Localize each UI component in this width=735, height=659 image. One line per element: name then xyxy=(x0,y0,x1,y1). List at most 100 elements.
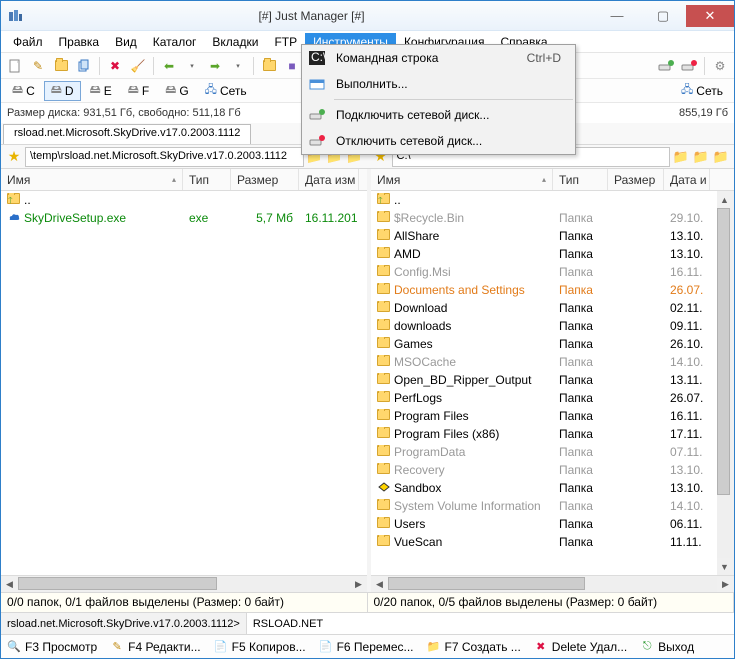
menu-item-net-connect[interactable]: Подключить сетевой диск... xyxy=(302,102,575,128)
forward-dropdown[interactable]: ▾ xyxy=(228,56,248,76)
drive-f[interactable]: 🖴F xyxy=(121,81,156,101)
folder-icon xyxy=(377,499,391,513)
list-item[interactable]: DownloadПапка02.11. xyxy=(371,299,734,317)
column-header[interactable]: Имя ▴ xyxy=(1,169,183,190)
menu-ftp[interactable]: FTP xyxy=(266,33,305,51)
list-item[interactable]: .. xyxy=(1,191,367,209)
titlebar[interactable]: [#] Just Manager [#] — ▢ ✕ xyxy=(1,1,734,31)
network-button-left[interactable]: 🖧Сеть xyxy=(198,81,254,101)
menu-вкладки[interactable]: Вкладки xyxy=(204,33,266,51)
path-folder-up-icon-right[interactable]: 📁 xyxy=(672,148,690,166)
column-header[interactable]: Тип xyxy=(183,169,231,190)
fkey-icon: 🔍 xyxy=(7,640,21,654)
back-button[interactable]: ⬅ xyxy=(159,56,179,76)
list-item[interactable]: SandboxПапка13.10. xyxy=(371,479,734,497)
maximize-button[interactable]: ▢ xyxy=(640,5,686,27)
list-item[interactable]: downloadsПапка09.11. xyxy=(371,317,734,335)
bookmark-icon[interactable]: ■ xyxy=(282,56,302,76)
delete-icon[interactable]: ✖ xyxy=(105,56,125,76)
wipe-icon[interactable]: 🧹 xyxy=(128,56,148,76)
fkey-button[interactable]: 📁F7 Создать ... xyxy=(421,638,527,656)
scrollbar-horizontal-left[interactable]: ◀▶ xyxy=(1,575,367,592)
net-connect-icon[interactable] xyxy=(656,56,676,76)
status-left: 0/0 папок, 0/1 файлов выделены (Размер: … xyxy=(1,593,368,612)
file-list-left[interactable]: ..SkyDriveSetup.exeexe5,7 Мб16.11.201 xyxy=(1,191,367,575)
menu-файл[interactable]: Файл xyxy=(5,33,51,51)
back-dropdown[interactable]: ▾ xyxy=(182,56,202,76)
folder-icon xyxy=(377,283,391,297)
fkey-button[interactable]: 📄F5 Копиров... xyxy=(208,638,312,656)
forward-button[interactable]: ➡ xyxy=(205,56,225,76)
fkey-button[interactable]: ✎F4 Редакти... xyxy=(104,638,207,656)
sandbox-icon xyxy=(377,481,391,495)
list-item[interactable]: MSOCacheПапка14.10. xyxy=(371,353,734,371)
function-keys-bar: 🔍F3 Просмотр✎F4 Редакти...📄F5 Копиров...… xyxy=(1,634,734,658)
settings-gear-icon[interactable]: ⚙ xyxy=(710,56,730,76)
menu-правка[interactable]: Правка xyxy=(51,33,108,51)
list-item[interactable]: VueScanПапка11.11. xyxy=(371,533,734,551)
list-item[interactable]: AllShareПапка13.10. xyxy=(371,227,734,245)
copy-icon[interactable] xyxy=(74,56,94,76)
fkey-button[interactable]: 🔍F3 Просмотр xyxy=(1,638,103,656)
drive-e[interactable]: 🖴E xyxy=(83,81,119,101)
list-item[interactable]: UsersПапка06.11. xyxy=(371,515,734,533)
scrollbar-horizontal-right[interactable]: ◀▶ xyxy=(371,575,734,592)
menu-каталог[interactable]: Каталог xyxy=(145,33,205,51)
menu-item-net-disconnect[interactable]: Отключить сетевой диск... xyxy=(302,128,575,154)
drive-d[interactable]: 🖴D xyxy=(44,81,81,101)
drive-c[interactable]: 🖴C xyxy=(5,81,42,101)
folder-icon xyxy=(377,517,391,531)
column-header[interactable]: Дата и xyxy=(664,169,710,190)
path-folder-back-icon-right[interactable]: 📁 xyxy=(692,148,710,166)
fkey-icon: ✎ xyxy=(110,640,124,654)
list-item[interactable]: ProgramDataПапка07.11. xyxy=(371,443,734,461)
column-header[interactable]: Размер xyxy=(608,169,664,190)
new-file-icon[interactable] xyxy=(5,56,25,76)
svg-text:C:\: C:\ xyxy=(311,51,325,64)
fkey-button[interactable]: ⎋Выход xyxy=(634,638,700,656)
column-header[interactable]: Дата изм xyxy=(299,169,359,190)
list-item[interactable]: $Recycle.BinПапка29.10. xyxy=(371,209,734,227)
folder-icon xyxy=(377,445,391,459)
net-disconnect-icon[interactable] xyxy=(679,56,699,76)
up-folder-icon[interactable] xyxy=(259,56,279,76)
path-folder-root-icon-right[interactable]: 📁 xyxy=(712,148,730,166)
menu-item-cmd[interactable]: C:\Командная строкаCtrl+D xyxy=(302,45,575,71)
scrollbar-vertical-right[interactable]: ▲▼ xyxy=(717,191,734,575)
list-item[interactable]: .. xyxy=(371,191,734,209)
folder-icon xyxy=(377,409,391,423)
list-item[interactable]: Open_BD_Ripper_OutputПапка13.11. xyxy=(371,371,734,389)
column-header[interactable]: Тип xyxy=(553,169,608,190)
drive-g[interactable]: 🖴G xyxy=(158,81,195,101)
fkey-button[interactable]: ✖Delete Удал... xyxy=(528,638,633,656)
edit-icon[interactable]: ✎ xyxy=(28,56,48,76)
fkey-button[interactable]: 📄F6 Перемес... xyxy=(313,638,420,656)
close-button[interactable]: ✕ xyxy=(686,5,734,27)
folder-icon xyxy=(377,355,391,369)
list-item[interactable]: Config.MsiПапка16.11. xyxy=(371,263,734,281)
file-list-right[interactable]: ..$Recycle.BinПапка29.10.AllShareПапка13… xyxy=(371,191,734,575)
column-header[interactable]: Имя ▴ xyxy=(371,169,553,190)
list-item[interactable]: Program FilesПапка16.11. xyxy=(371,407,734,425)
list-item[interactable]: RecoveryПапка13.10. xyxy=(371,461,734,479)
new-folder-icon[interactable] xyxy=(51,56,71,76)
list-item[interactable]: Documents and SettingsПапка26.07. xyxy=(371,281,734,299)
path-input-left[interactable]: \temp\rsload.net.Microsoft.SkyDrive.v17.… xyxy=(25,147,304,167)
favorites-star-icon[interactable]: ★ xyxy=(5,148,23,165)
column-header[interactable]: Размер xyxy=(231,169,299,190)
menu-item-run[interactable]: Выполнить... xyxy=(302,71,575,97)
command-input[interactable] xyxy=(247,613,734,634)
list-item[interactable]: AMDПапка13.10. xyxy=(371,245,734,263)
tab-left[interactable]: rsload.net.Microsoft.SkyDrive.v17.0.2003… xyxy=(3,124,251,144)
minimize-button[interactable]: — xyxy=(594,5,640,27)
folder-icon xyxy=(377,373,391,387)
window-title: [#] Just Manager [#] xyxy=(29,9,594,23)
list-item[interactable]: SkyDriveSetup.exeexe5,7 Мб16.11.201 xyxy=(1,209,367,227)
folder-icon xyxy=(377,211,391,225)
list-item[interactable]: System Volume InformationПапка14.10. xyxy=(371,497,734,515)
list-item[interactable]: PerfLogsПапка26.07. xyxy=(371,389,734,407)
list-item[interactable]: Program Files (x86)Папка17.11. xyxy=(371,425,734,443)
menu-вид[interactable]: Вид xyxy=(107,33,145,51)
network-button-right[interactable]: 🖧Сеть xyxy=(674,81,730,101)
list-item[interactable]: GamesПапка26.10. xyxy=(371,335,734,353)
